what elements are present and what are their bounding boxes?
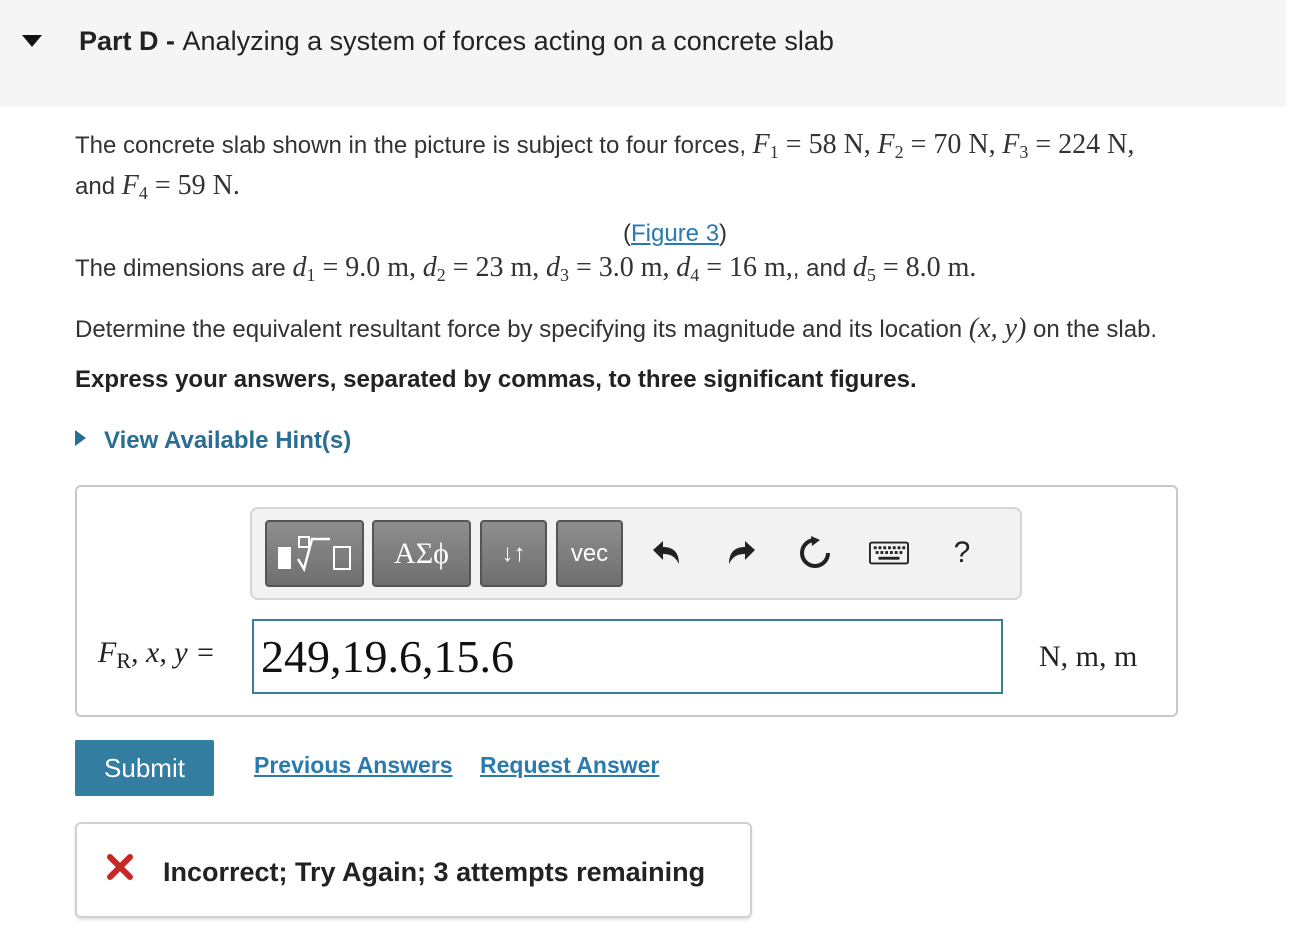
request-answer-link[interactable]: Request Answer [480,752,659,779]
force-f4: F4 = 59 N. [121,170,240,203]
part-separator: - [158,26,183,56]
undo-icon[interactable] [646,533,686,573]
feedback-message: Incorrect; Try Again; 3 attempts remaini… [163,857,706,887]
problem-intro: The concrete slab shown in the picture i… [75,129,1135,203]
subscript-superscript-button[interactable]: ↓↑ [480,520,547,587]
answer-input[interactable] [252,619,1003,694]
dim-d1: d1 = 9.0 m, [292,252,417,285]
previous-answers-link[interactable]: Previous Answers [254,752,453,779]
determine-text: Determine the equivalent resultant force… [75,313,1158,344]
dim-d4: d4 = 16 m, [676,252,793,285]
greek-symbols-button[interactable]: ΑΣϕ [372,520,471,587]
templates-button[interactable] [265,520,364,587]
location-math: (x, y) [968,313,1027,344]
help-button[interactable]: ? [942,533,982,573]
collapse-triangle-icon[interactable] [22,35,42,47]
part-title-text: Analyzing a system of forces acting on a… [182,26,834,56]
force-f1: F1 = 58 N, [752,129,871,162]
math-toolbar: ΑΣϕ ↓↑ vec ? [250,507,1022,600]
redo-icon[interactable] [722,533,762,573]
expand-triangle-icon [75,430,86,446]
figure-reference: (Figure 3) [623,220,728,247]
dim-d3: d3 = 3.0 m, [545,252,670,285]
submit-button[interactable]: Submit [75,740,214,796]
feedback-box: Incorrect; Try Again; 3 attempts remaini… [75,822,752,918]
dim-d2: d2 = 23 m, [422,252,540,285]
dimensions-text: The dimensions are d1 = 9.0 m, d2 = 23 m… [75,252,977,285]
part-header: Part D - Analyzing a system of forces ac… [0,0,1286,107]
reset-icon[interactable] [795,533,835,573]
templates-icon [277,535,351,572]
vector-button[interactable]: vec [556,520,623,587]
answer-label: FR, x, y = [98,636,216,673]
part-label: Part D [79,26,159,56]
force-f3: F3 = 224 N, [1002,129,1135,162]
hint-label: View Available Hint(s) [104,427,352,454]
answer-units: N, m, m [1039,640,1138,673]
dim-d5: d5 = 8.0 m. [852,252,977,285]
instructions: Express your answers, separated by comma… [75,366,917,393]
incorrect-x-icon [107,854,133,880]
view-hints-toggle[interactable]: View Available Hint(s) [75,427,351,455]
keyboard-icon[interactable] [869,533,909,573]
force-f2: F2 = 70 N, [877,129,996,162]
part-title: Part D - Analyzing a system of forces ac… [79,26,834,57]
figure-3-link[interactable]: Figure 3 [631,220,719,247]
